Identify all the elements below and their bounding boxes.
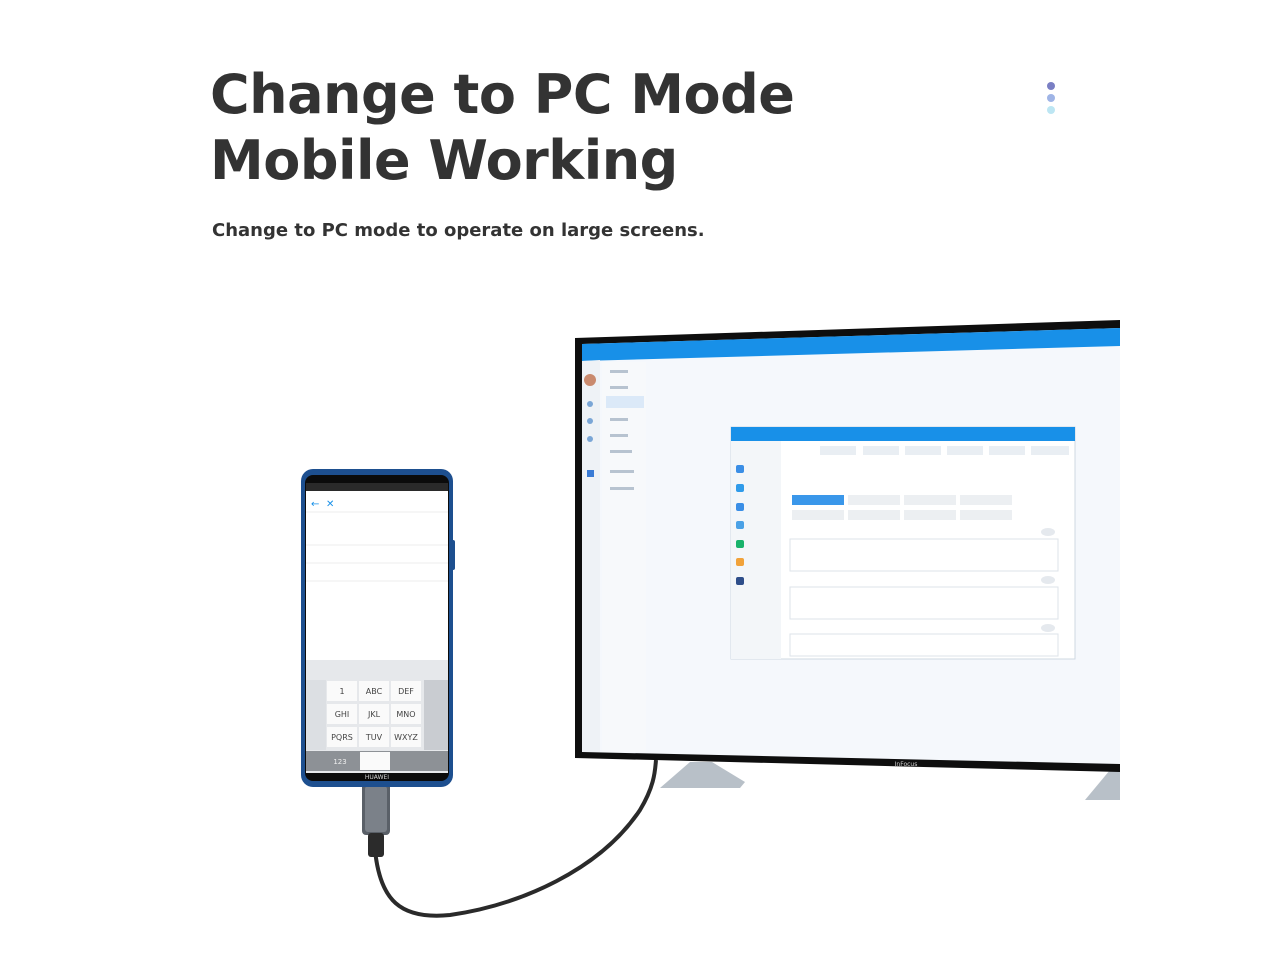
key-1: 1 (339, 687, 344, 696)
chat-icon (587, 401, 593, 407)
phone-brand-label: HUAWEI (365, 774, 389, 781)
key-ghi: GHI (335, 710, 350, 719)
key-tuv: TUV (365, 733, 383, 742)
contacts-icon (587, 418, 593, 424)
product-illustration: InFocus ← ✕ 1 ABC DEF GHI JKL MNO PQRS T… (301, 320, 1120, 918)
inner-window-titlebar (731, 427, 1075, 441)
apps-icon (587, 470, 594, 477)
tv-stand-left (660, 762, 745, 788)
phone: ← ✕ 1 ABC DEF GHI JKL MNO PQRS TUV WXYZ (301, 469, 455, 787)
tv-brand-label: InFocus (895, 761, 918, 768)
back-arrow-icon: ← (311, 499, 319, 510)
key-mno: MNO (396, 710, 415, 719)
phone-icon (587, 436, 593, 442)
key-jkl: JKL (367, 710, 381, 719)
phone-status-bar (306, 483, 448, 491)
key-123: 123 (333, 758, 346, 766)
key-def: DEF (398, 687, 414, 696)
inner-primary-button (792, 495, 844, 505)
key-wxyz: WXYZ (394, 733, 418, 742)
usb-c-adapter (362, 783, 390, 857)
inner-window (730, 426, 1076, 660)
tv: InFocus (575, 320, 1120, 800)
close-icon: ✕ (326, 499, 334, 510)
inner-window-sidebar (731, 441, 781, 659)
key-pqrs: PQRS (331, 733, 353, 742)
menu-item-selected (606, 396, 644, 408)
key-abc: ABC (366, 687, 383, 696)
tv-stand-right (1085, 770, 1120, 800)
avatar (584, 374, 596, 386)
